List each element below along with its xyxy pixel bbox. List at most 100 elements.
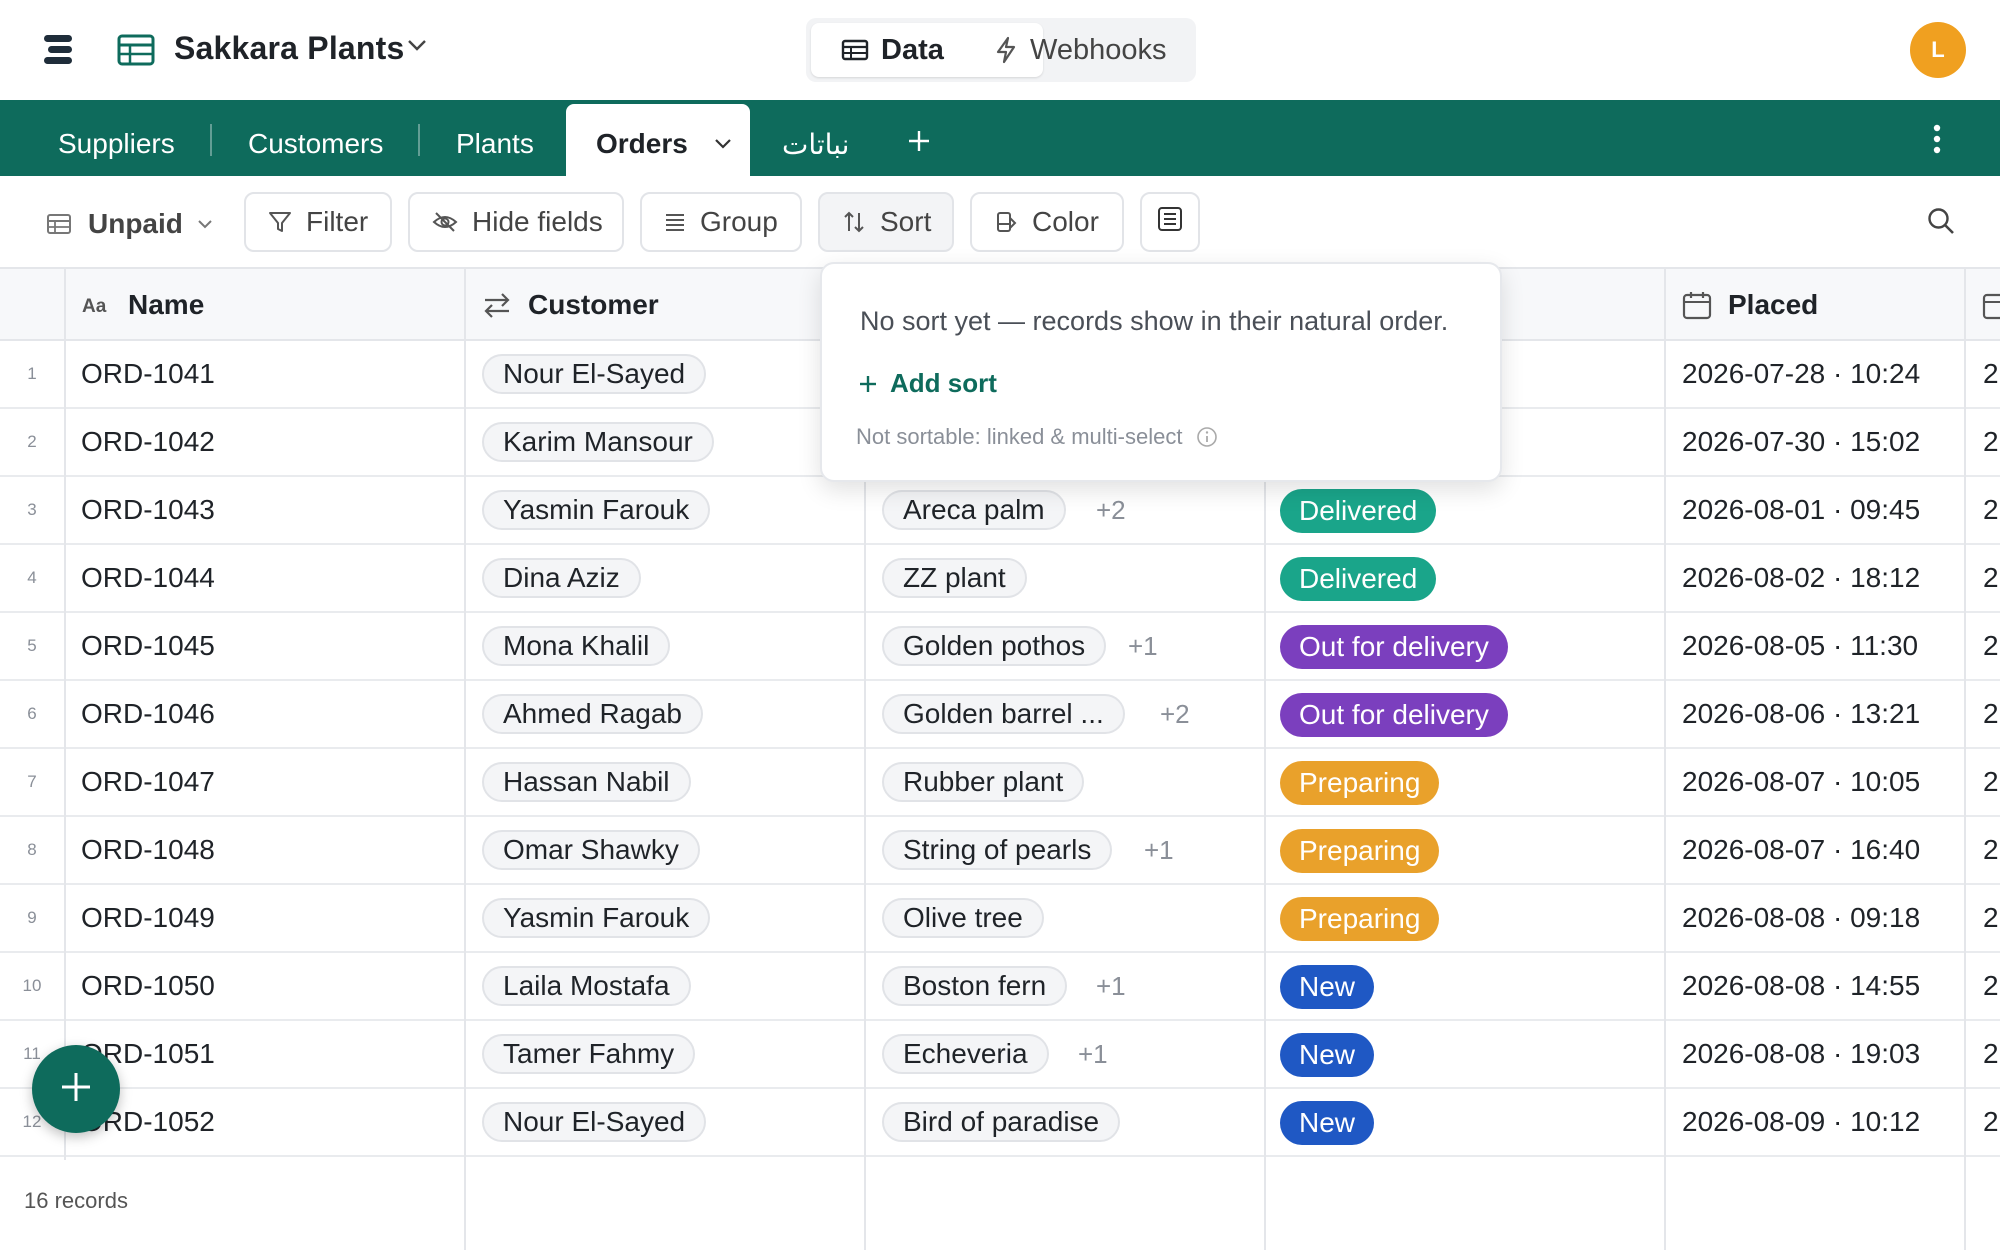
placed-datetime[interactable]: 2026-08-06 · 13:21 bbox=[1682, 681, 1920, 747]
plant-link-chip[interactable]: ZZ plant bbox=[882, 558, 1027, 598]
plant-link-chip[interactable]: Golden barrel ... bbox=[882, 694, 1125, 734]
placed-datetime[interactable]: 2026-08-08 · 14:55 bbox=[1682, 953, 1920, 1019]
status-badge[interactable]: New bbox=[1280, 1101, 1375, 1145]
avatar[interactable]: L bbox=[1910, 22, 1966, 78]
placed-datetime[interactable]: 2026-08-05 · 11:30 bbox=[1682, 613, 1918, 679]
group-button[interactable]: Group bbox=[640, 192, 802, 252]
status-badge[interactable]: New bbox=[1280, 965, 1375, 1009]
add-table-button[interactable] bbox=[906, 100, 932, 176]
status-badge[interactable]: Preparing bbox=[1280, 897, 1440, 941]
table-row[interactable]: 6 ORD-1046 Ahmed Ragab Golden barrel ... +2 O… bbox=[0, 681, 2000, 749]
filter-button[interactable]: Filter bbox=[244, 192, 392, 252]
tab-orders[interactable]: Orders bbox=[566, 104, 750, 176]
plant-link-chip[interactable]: Areca palm bbox=[882, 490, 1066, 530]
customer-link-chip[interactable]: Yasmin Farouk bbox=[482, 898, 711, 938]
customer-link-chip[interactable]: Mona Khalil bbox=[482, 626, 671, 666]
add-sort-button[interactable]: Add sort bbox=[858, 368, 997, 399]
table-row[interactable]: 9 ORD-1049 Yasmin Farouk Olive tree Preparin… bbox=[0, 885, 2000, 953]
info-icon[interactable] bbox=[1196, 426, 1218, 448]
chevron-down-icon[interactable] bbox=[714, 138, 732, 150]
placed-datetime[interactable]: 2026-08-01 · 09:45 bbox=[1682, 477, 1920, 543]
customer-link-chip[interactable]: Ahmed Ragab bbox=[482, 694, 704, 734]
add-record-button[interactable] bbox=[32, 1045, 120, 1133]
customer-link-chip[interactable]: Dina Aziz bbox=[482, 558, 641, 598]
column-header-name[interactable]: Aa Name bbox=[82, 269, 204, 341]
tab-customers[interactable]: Customers bbox=[248, 100, 383, 176]
table-row[interactable]: 3 ORD-1043 Yasmin Farouk Areca palm +2 Delive… bbox=[0, 477, 2000, 545]
status-badge[interactable]: Delivered bbox=[1280, 489, 1437, 533]
menu-icon[interactable] bbox=[42, 34, 76, 66]
placed-datetime[interactable]: 2026-08-08 · 19:03 bbox=[1682, 1021, 1920, 1087]
order-name[interactable]: ORD-1044 bbox=[81, 545, 215, 611]
placed-datetime[interactable]: 2026-08-07 · 16:40 bbox=[1682, 817, 1920, 883]
status-badge[interactable]: Out for delivery bbox=[1280, 625, 1508, 669]
placed-datetime[interactable]: 2026-08-07 · 10:05 bbox=[1682, 749, 1920, 815]
table-row[interactable]: 10 ORD-1050 Laila Mostafa Boston fern +1 New 2… bbox=[0, 953, 2000, 1021]
more-links-count[interactable]: +2 bbox=[1096, 477, 1126, 543]
order-name[interactable]: ORD-1045 bbox=[81, 613, 215, 679]
order-name[interactable]: ORD-1050 bbox=[81, 953, 215, 1019]
order-name[interactable]: ORD-1041 bbox=[81, 341, 215, 407]
table-row[interactable]: 4 ORD-1044 Dina Aziz ZZ plant Delivered 2026-… bbox=[0, 545, 2000, 613]
tab-webhooks[interactable]: Webhooks bbox=[994, 23, 1167, 77]
table-row[interactable]: 11 ORD-1051 Tamer Fahmy Echeveria +1 New 2026-… bbox=[0, 1021, 2000, 1089]
customer-link-chip[interactable]: Nour El-Sayed bbox=[482, 354, 707, 394]
status-badge[interactable]: Preparing bbox=[1280, 761, 1440, 805]
base-name[interactable]: Sakkara Plants bbox=[174, 30, 405, 67]
color-button[interactable]: Color bbox=[970, 192, 1124, 252]
column-header-customer[interactable]: Customer bbox=[482, 269, 659, 341]
status-badge[interactable]: Out for delivery bbox=[1280, 693, 1508, 737]
chevron-down-icon[interactable] bbox=[406, 38, 428, 57]
placed-datetime[interactable]: 2026-07-28 · 10:24 bbox=[1682, 341, 1920, 407]
customer-link-chip[interactable]: Omar Shawky bbox=[482, 830, 700, 870]
table-row[interactable]: 5 ORD-1045 Mona Khalil Golden pothos +1 Out f… bbox=[0, 613, 2000, 681]
table-grid-icon bbox=[117, 34, 155, 71]
placed-datetime[interactable]: 2026-08-02 · 18:12 bbox=[1682, 545, 1920, 611]
group-label: Group bbox=[700, 206, 778, 237]
order-name[interactable]: ORD-1048 bbox=[81, 817, 215, 883]
customer-link-chip[interactable]: Hassan Nabil bbox=[482, 762, 691, 802]
hide-fields-label: Hide fields bbox=[472, 206, 603, 237]
tab-arabic-plants[interactable]: نباتات bbox=[782, 100, 849, 176]
row-height-button[interactable] bbox=[1140, 192, 1200, 252]
more-links-count[interactable]: +1 bbox=[1144, 817, 1174, 883]
customer-link-chip[interactable]: Karim Mansour bbox=[482, 422, 714, 462]
view-selector[interactable]: Unpaid bbox=[46, 196, 213, 252]
status-badge[interactable]: Delivered bbox=[1280, 557, 1437, 601]
customer-link-chip[interactable]: Nour El-Sayed bbox=[482, 1102, 707, 1142]
order-name[interactable]: ORD-1046 bbox=[81, 681, 215, 747]
placed-datetime[interactable]: 2026-07-30 · 15:02 bbox=[1682, 409, 1920, 475]
tab-plants[interactable]: Plants bbox=[456, 100, 534, 176]
status-badge[interactable]: New bbox=[1280, 1033, 1375, 1077]
search-icon[interactable] bbox=[1926, 206, 1956, 241]
sort-button[interactable]: Sort bbox=[818, 192, 954, 252]
status-badge[interactable]: Preparing bbox=[1280, 829, 1440, 873]
customer-link-chip[interactable]: Laila Mostafa bbox=[482, 966, 691, 1006]
plant-link-chip[interactable]: Olive tree bbox=[882, 898, 1044, 938]
placed-datetime[interactable]: 2026-08-08 · 09:18 bbox=[1682, 885, 1920, 951]
more-links-count[interactable]: +1 bbox=[1096, 953, 1126, 1019]
customer-link-chip[interactable]: Yasmin Farouk bbox=[482, 490, 711, 530]
plant-link-chip[interactable]: Echeveria bbox=[882, 1034, 1049, 1074]
plant-link-chip[interactable]: Rubber plant bbox=[882, 762, 1085, 802]
table-row[interactable]: 12 ORD-1052 Nour El-Sayed Bird of paradise N… bbox=[0, 1089, 2000, 1157]
order-name[interactable]: ORD-1042 bbox=[81, 409, 215, 475]
plant-link-chip[interactable]: String of pearls bbox=[882, 830, 1113, 870]
more-links-count[interactable]: +1 bbox=[1078, 1021, 1108, 1087]
plant-link-chip[interactable]: Golden pothos bbox=[882, 626, 1107, 666]
order-name[interactable]: ORD-1043 bbox=[81, 477, 215, 543]
plant-link-chip[interactable]: Bird of paradise bbox=[882, 1102, 1121, 1142]
plant-link-chip[interactable]: Boston fern bbox=[882, 966, 1068, 1006]
customer-link-chip[interactable]: Tamer Fahmy bbox=[482, 1034, 696, 1074]
hide-fields-button[interactable]: Hide fields bbox=[408, 192, 624, 252]
tab-suppliers[interactable]: Suppliers bbox=[58, 100, 175, 176]
table-row[interactable]: 8 ORD-1048 Omar Shawky String of pearls +1 Pr… bbox=[0, 817, 2000, 885]
more-links-count[interactable]: +2 bbox=[1160, 681, 1190, 747]
order-name[interactable]: ORD-1047 bbox=[81, 749, 215, 815]
table-row[interactable]: 7 ORD-1047 Hassan Nabil Rubber plant Prepari… bbox=[0, 749, 2000, 817]
placed-datetime[interactable]: 2026-08-09 · 10:12 bbox=[1682, 1089, 1920, 1155]
column-header-placed[interactable]: Placed bbox=[1682, 269, 1818, 341]
more-links-count[interactable]: +1 bbox=[1128, 613, 1158, 679]
order-name[interactable]: ORD-1049 bbox=[81, 885, 215, 951]
more-vertical-icon[interactable] bbox=[1933, 124, 1941, 154]
